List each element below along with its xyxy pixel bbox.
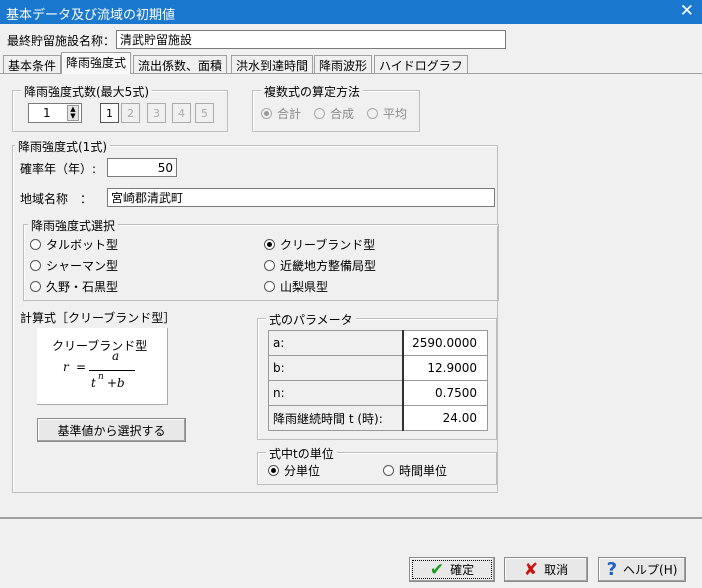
cancel-label: 取消 [544, 563, 569, 577]
question-icon: ? [606, 559, 618, 580]
formula-image: クリーブランド型 r = a t n +b [37, 328, 168, 405]
radio-label: 平均 [383, 107, 408, 121]
tab-rain-wave[interactable]: 降雨波形 [314, 55, 373, 74]
table-row: a: 2590.0000 [268, 330, 488, 356]
ok-button[interactable]: ✔ 確定 [409, 557, 495, 582]
year-label: 確率年（年）: [20, 162, 97, 176]
close-icon[interactable]: ✕ [680, 1, 694, 21]
radio-label: 合計 [277, 107, 302, 121]
calc-label: 計算式［クリーブランド型］ [20, 311, 176, 325]
select-from-standard-button[interactable]: 基準値から選択する [37, 418, 186, 442]
radio-label: 分単位 [284, 464, 321, 478]
tab-rain-intensity[interactable]: 降雨強度式 [61, 52, 132, 74]
radio-label: 時間単位 [399, 464, 448, 478]
radio-label: シャーマン型 [46, 259, 119, 273]
ok-label: 確定 [450, 563, 475, 577]
formula-button-4[interactable]: 4 [172, 103, 191, 123]
formula-b: +b [107, 376, 125, 390]
formula-n: n [98, 372, 104, 382]
region-input[interactable]: 宮崎郡清武町 [107, 188, 495, 207]
type-yamanashi-radio[interactable]: 山梨県型 [264, 278, 328, 295]
radio-icon [314, 108, 325, 119]
year-input[interactable]: 50 [107, 158, 177, 177]
formula-button-5[interactable]: 5 [195, 103, 214, 123]
cancel-button[interactable]: ✘ 取消 [504, 557, 588, 582]
group-label: 降雨強度式(1式) [15, 138, 110, 155]
radio-icon [30, 239, 41, 250]
type-sherman-radio[interactable]: シャーマン型 [30, 257, 118, 274]
title-bar: 基本データ及び流域の初期値 ✕ [0, 0, 702, 24]
radio-icon [383, 465, 394, 476]
radio-label: 山梨県型 [280, 280, 329, 294]
formula-eq: = [76, 360, 87, 374]
unit-minute-radio[interactable]: 分単位 [268, 462, 320, 479]
formula-button-1[interactable]: 1 [100, 103, 119, 123]
formula-button-3[interactable]: 3 [147, 103, 166, 123]
radio-icon [268, 465, 279, 476]
spinner-value: 1 [43, 106, 51, 120]
type-cleveland-radio[interactable]: クリーブランド型 [264, 236, 375, 253]
checkmark-icon: ✔ [429, 559, 445, 580]
table-row: n: 0.7500 [268, 380, 488, 406]
spinner-arrows-icon[interactable]: ▲ ▼ [67, 105, 79, 121]
radio-icon [264, 239, 275, 250]
radio-icon [30, 260, 41, 271]
formula-t: t [91, 376, 96, 390]
tab-runoff[interactable]: 流出係数、面積 [133, 55, 228, 74]
group-label: 式のパラメータ [266, 311, 356, 328]
formula-button-2[interactable]: 2 [121, 103, 140, 123]
param-label: a: [268, 330, 404, 356]
window-title: 基本データ及び流域の初期値 [6, 8, 176, 23]
param-value[interactable]: 12.9000 [402, 355, 488, 381]
type-kuno-radio[interactable]: 久野・石黒型 [30, 278, 118, 295]
group-label: 式中tの単位 [266, 445, 337, 462]
group-label: 降雨強度式数(最大5式) [21, 83, 152, 100]
param-label: 降雨継続時間 t (時): [268, 405, 404, 431]
formula-a: a [112, 349, 120, 363]
radio-icon [264, 281, 275, 292]
params-table: a: 2590.0000 b: 12.9000 n: 0.7500 降雨継続時間 t … [268, 330, 488, 431]
radio-icon [261, 108, 272, 119]
status-bar [0, 517, 702, 547]
radio-label: 合成 [330, 107, 355, 121]
tab-arrival-time[interactable]: 洪水到達時間 [231, 55, 314, 74]
group-label: 降雨強度式選択 [28, 217, 119, 234]
method-sum-radio[interactable]: 合計 [261, 105, 301, 122]
param-label: n: [268, 380, 404, 406]
formula-title: クリーブランド型 [52, 339, 148, 353]
region-label: 地域名称 ： [20, 192, 93, 206]
param-value[interactable]: 0.7500 [402, 380, 488, 406]
x-icon: ✘ [523, 559, 539, 580]
type-talbot-radio[interactable]: タルボット型 [30, 236, 118, 253]
param-label: b: [268, 355, 404, 381]
tab-hydrograph[interactable]: ハイドログラフ [374, 55, 468, 74]
help-label: ヘルプ(H) [623, 563, 678, 577]
param-value[interactable]: 2590.0000 [402, 330, 488, 356]
param-value[interactable]: 24.00 [402, 405, 488, 431]
unit-hour-radio[interactable]: 時間単位 [383, 462, 447, 479]
method-composite-radio[interactable]: 合成 [314, 105, 354, 122]
radio-label: 近畿地方整備局型 [280, 259, 377, 273]
radio-icon [367, 108, 378, 119]
radio-label: 久野・石黒型 [46, 280, 119, 294]
radio-icon [264, 260, 275, 271]
help-button[interactable]: ? ヘルプ(H) [598, 557, 686, 582]
facility-name-input[interactable]: 清武貯留施設 [116, 30, 506, 49]
facility-label: 最終貯留施設名称： [7, 34, 116, 48]
table-row: 降雨継続時間 t (時): 24.00 [268, 405, 488, 431]
fraction-line [89, 370, 135, 371]
radio-label: タルボット型 [46, 238, 119, 252]
radio-label: クリーブランド型 [280, 238, 376, 252]
table-row: b: 12.9000 [268, 355, 488, 381]
radio-icon [30, 281, 41, 292]
type-kinki-radio[interactable]: 近畿地方整備局型 [264, 257, 376, 274]
tab-basic[interactable]: 基本条件 [3, 55, 62, 74]
group-label: 複数式の算定方法 [261, 83, 364, 100]
formula-r: r [63, 360, 69, 374]
method-average-radio[interactable]: 平均 [367, 105, 407, 122]
